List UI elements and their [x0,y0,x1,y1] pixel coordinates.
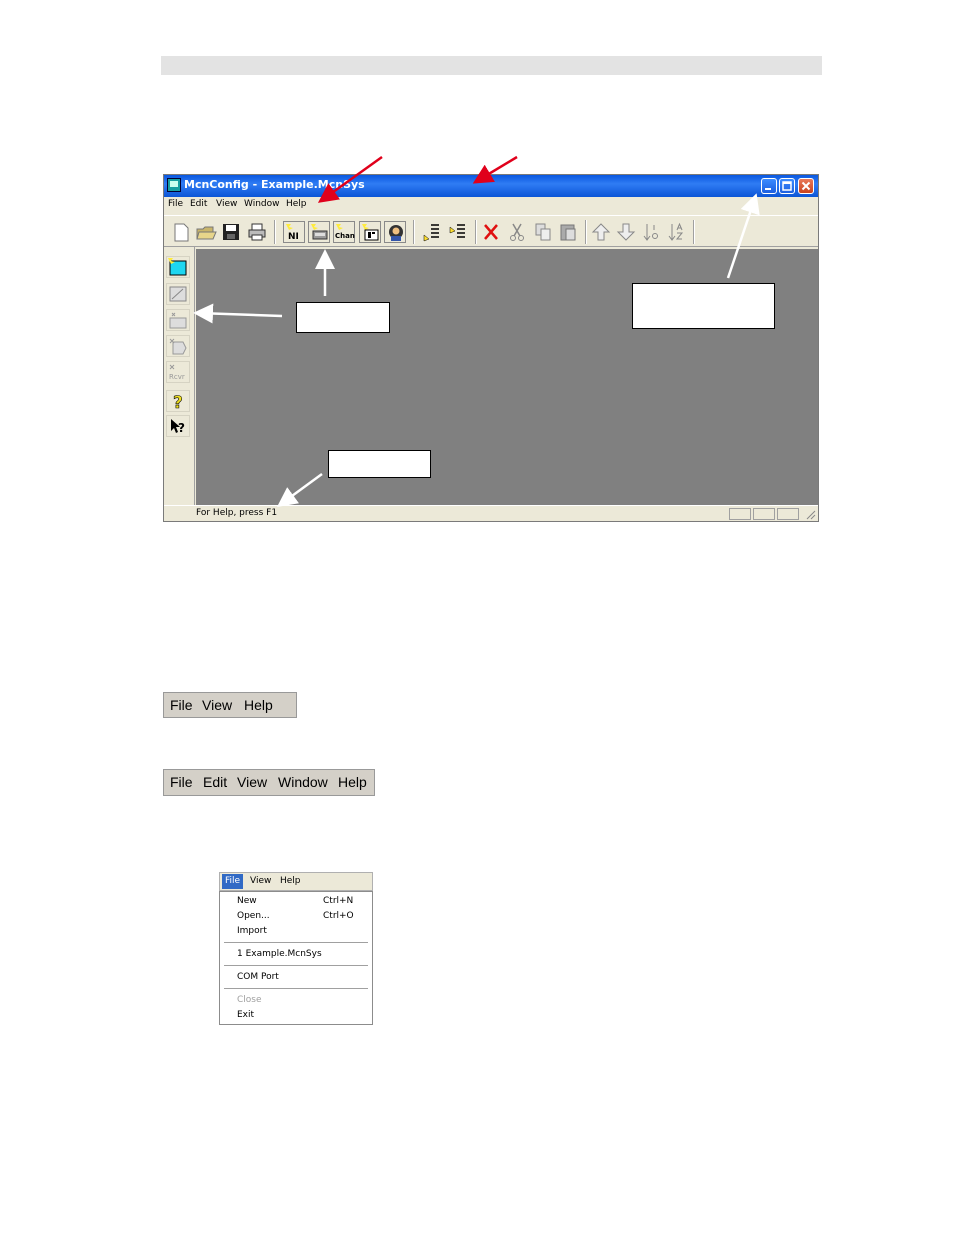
menu-view[interactable]: View [202,697,232,713]
menu-strip-small: File View Help [163,692,297,718]
menu-help[interactable]: Help [244,697,273,713]
menu-item-import[interactable]: Import [237,926,267,936]
side-toolbar-arrow [193,303,283,324]
menu-separator [224,942,368,943]
shortcut-open: Ctrl+O [323,911,354,921]
menu-bar-arrow [317,155,383,203]
menu-edit[interactable]: Edit [203,774,227,790]
menu-separator [224,988,368,989]
menu-item-exit[interactable]: Exit [237,1010,254,1020]
menu-item-new[interactable]: New [237,896,257,906]
menu-separator [224,965,368,966]
menu-help[interactable]: Help [338,774,367,790]
menu-item-open[interactable]: Open... [237,911,270,921]
shortcut-new: Ctrl+N [323,896,354,906]
menu-view[interactable]: View [250,876,271,886]
menu-file[interactable]: File [170,774,193,790]
menu-help[interactable]: Help [280,876,301,886]
menu-view[interactable]: View [237,774,267,790]
menu-strip-large: File Edit View Window Help [163,769,375,796]
file-menu-dropdown: New Ctrl+N Open... Ctrl+O Import 1 Examp… [219,891,373,1025]
menu-item-com-port[interactable]: COM Port [237,972,279,982]
menu-window[interactable]: Window [278,774,328,790]
annotation-arrows [193,155,760,507]
menu-file[interactable]: File [170,697,193,713]
title-bar-arrow [472,155,518,184]
menu-item-recent-file[interactable]: 1 Example.McnSys [237,949,322,959]
menu-file[interactable]: File [222,874,244,889]
status-bar-arrow [276,472,323,507]
window-controls-arrow [726,193,760,279]
dropdown-menu-bar: File View Help [219,872,373,891]
menu-item-close: Close [237,995,262,1005]
